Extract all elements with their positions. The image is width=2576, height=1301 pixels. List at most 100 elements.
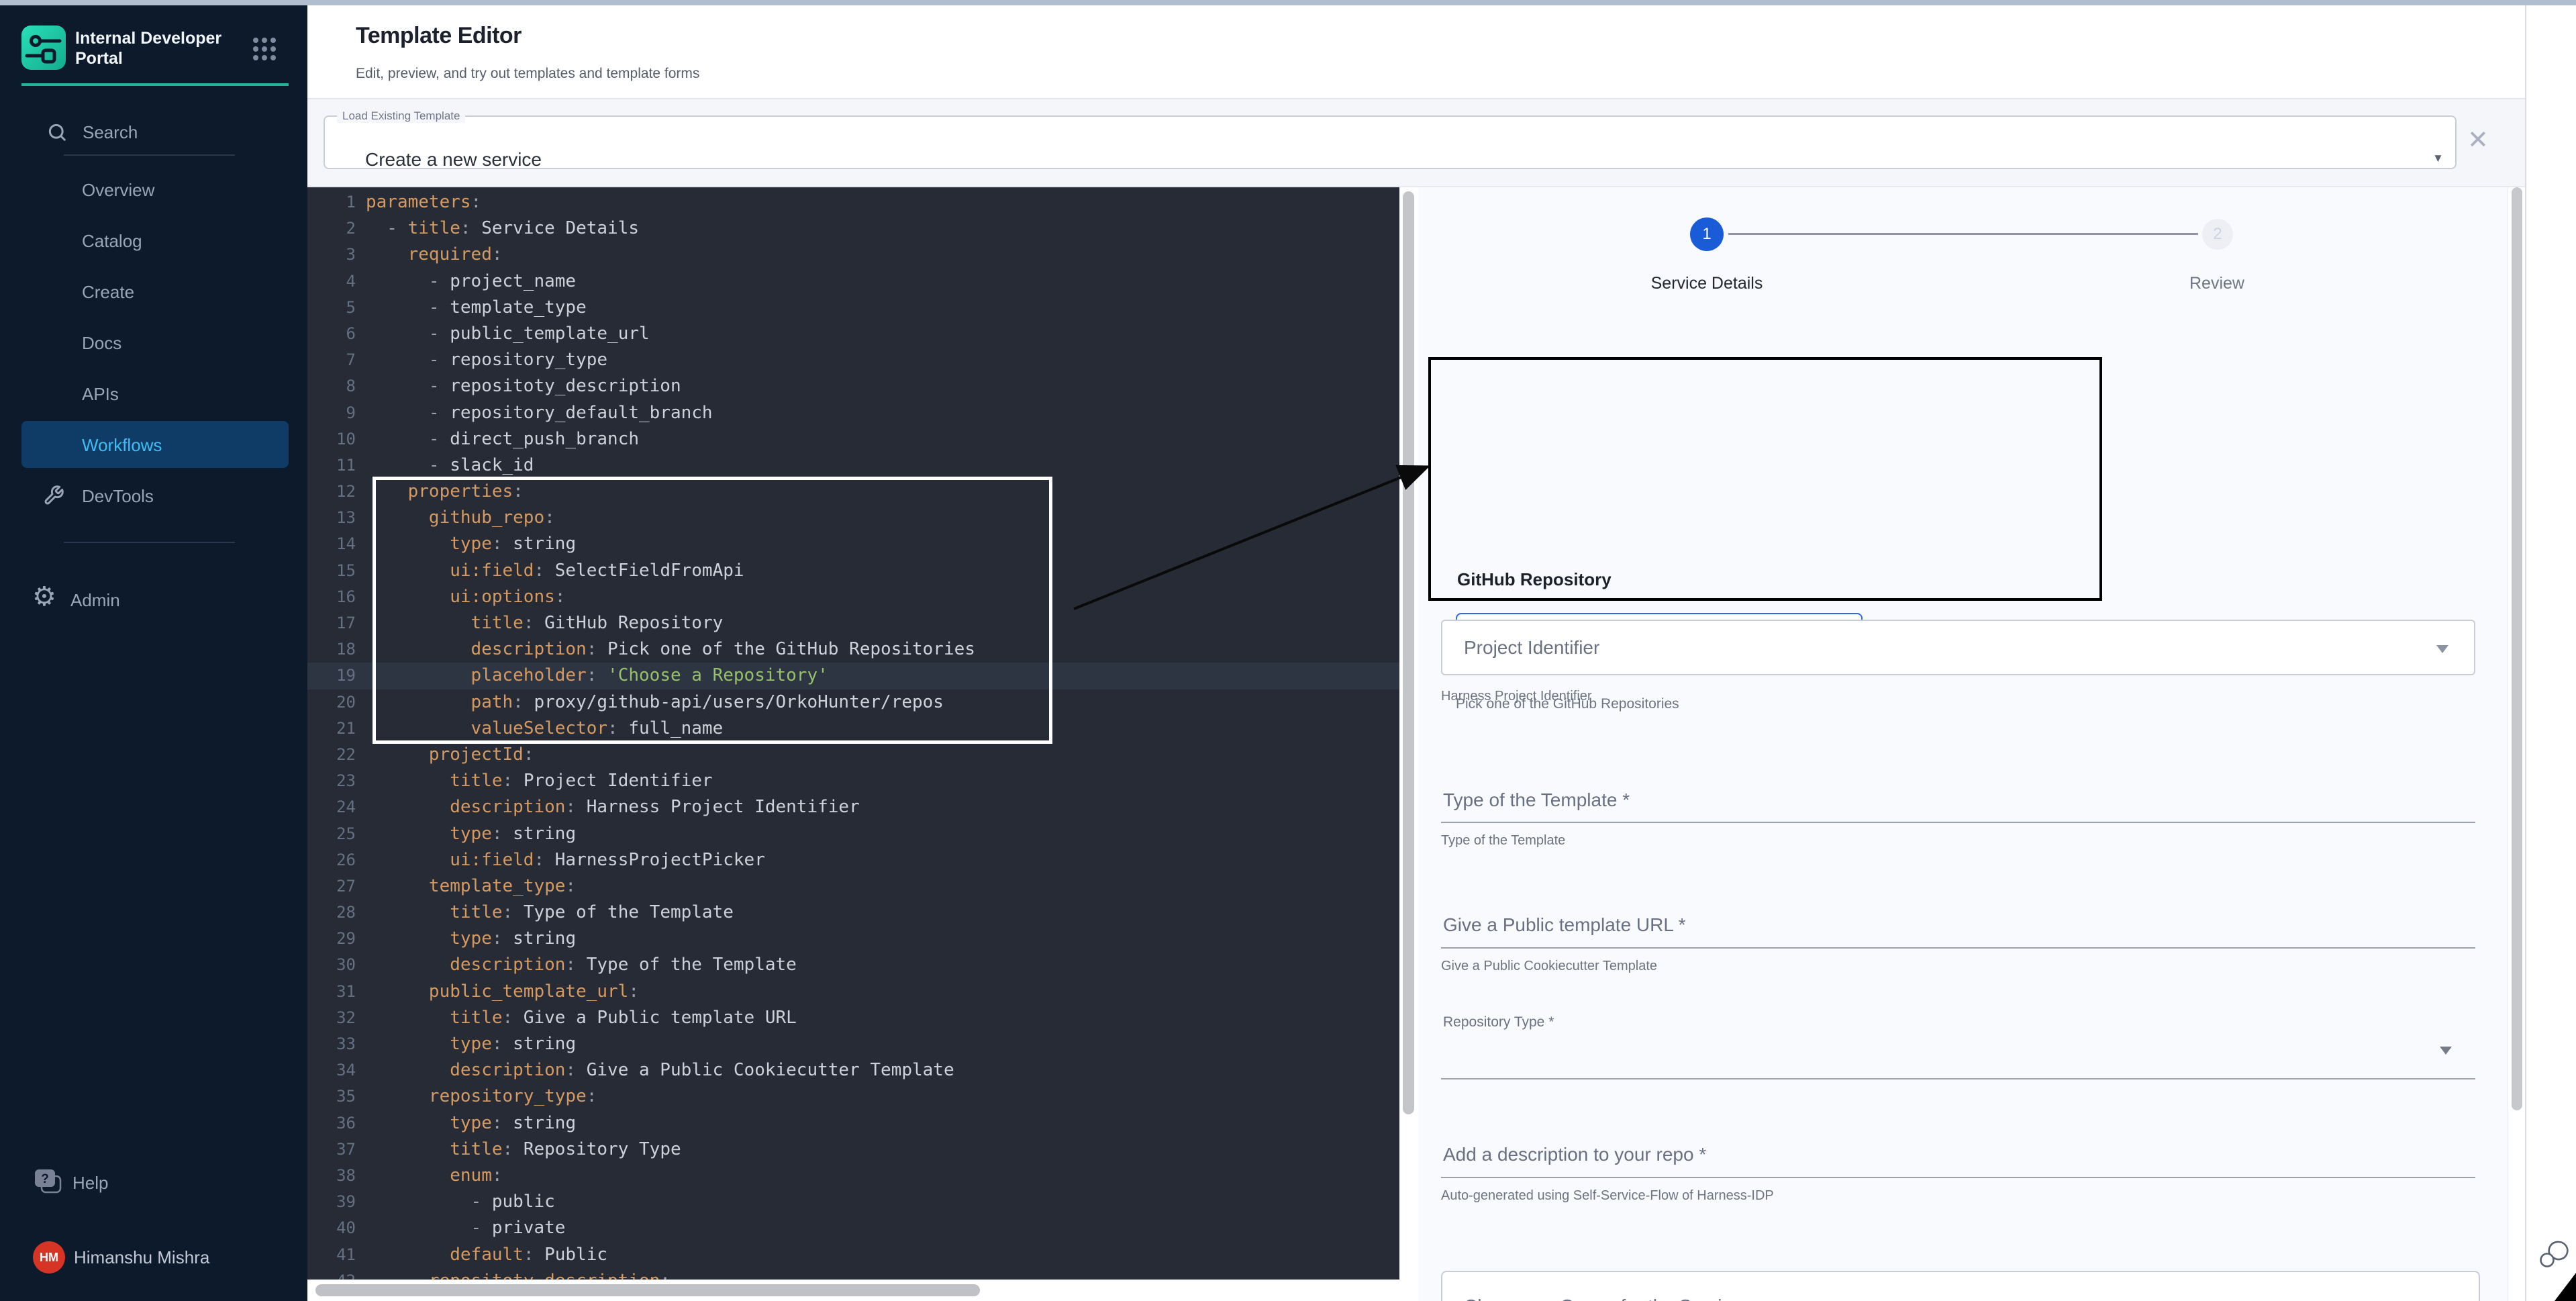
stepper-label-service-details: Service Details bbox=[1646, 274, 1767, 293]
annotation-box bbox=[373, 477, 1052, 744]
public-template-url-field-label[interactable]: Give a Public template URL * bbox=[1443, 914, 1686, 936]
sidebar-item-apis[interactable]: APIs bbox=[82, 384, 119, 404]
code-line[interactable]: 23 title: Project Identifier bbox=[307, 768, 1399, 794]
code-line[interactable]: 27 template_type: bbox=[307, 873, 1399, 900]
project-identifier-select[interactable]: Project Identifier bbox=[1441, 620, 2475, 675]
code-line[interactable]: 37 title: Repository Type bbox=[307, 1137, 1399, 1163]
template-type-underline bbox=[1441, 822, 2475, 823]
stepper-connector bbox=[1728, 233, 2198, 235]
code-line[interactable]: 9 - repository_default_branch bbox=[307, 400, 1399, 426]
code-line[interactable]: 3 required: bbox=[307, 242, 1399, 268]
code-line[interactable]: 38 enum: bbox=[307, 1163, 1399, 1189]
annotation-arrow bbox=[1047, 443, 1477, 644]
code-line[interactable]: 7 - repository_type bbox=[307, 347, 1399, 373]
code-line[interactable]: 31 public_template_url: bbox=[307, 979, 1399, 1005]
user-name[interactable]: Himanshu Mishra bbox=[74, 1247, 209, 1267]
template-type-helper: Type of the Template bbox=[1441, 833, 1565, 849]
code-line[interactable]: 8 - repositoty_description bbox=[307, 373, 1399, 399]
load-template-select[interactable]: Create a new service ▼ bbox=[324, 115, 2457, 169]
code-line[interactable]: 24 description: Harness Project Identifi… bbox=[307, 794, 1399, 820]
load-template-value: Create a new service bbox=[365, 149, 542, 171]
sidebar-item-admin[interactable]: Admin bbox=[70, 590, 120, 610]
stepper-step-1[interactable]: 1 bbox=[1690, 218, 1724, 251]
logo-pipeline-icon bbox=[21, 26, 66, 70]
app-title: Internal Developer Portal bbox=[75, 28, 250, 68]
app-root: Internal Developer Portal Search Overvie… bbox=[0, 0, 2576, 1301]
code-line[interactable]: 34 description: Give a Public Cookiecutt… bbox=[307, 1057, 1399, 1083]
repo-description-field-label[interactable]: Add a description to your repo * bbox=[1443, 1144, 1706, 1165]
sidebar-item-workflows[interactable]: Workflows bbox=[82, 435, 162, 455]
dropdown-caret-icon[interactable] bbox=[2440, 1047, 2452, 1055]
sidebar-item-devtools[interactable]: DevTools bbox=[82, 486, 154, 506]
template-type-field-label[interactable]: Type of the Template * bbox=[1443, 789, 1630, 811]
scrollbar-thumb[interactable] bbox=[1403, 191, 1414, 1114]
sidebar-item-catalog[interactable]: Catalog bbox=[82, 231, 142, 251]
svg-text:?: ? bbox=[41, 1172, 49, 1186]
code-line[interactable]: 32 title: Give a Public template URL bbox=[307, 1005, 1399, 1031]
code-line[interactable]: 36 type: string bbox=[307, 1110, 1399, 1137]
code-line[interactable]: 22 projectId: bbox=[307, 742, 1399, 768]
code-line[interactable]: 39 - public bbox=[307, 1189, 1399, 1215]
dropdown-caret-icon bbox=[2436, 645, 2448, 653]
right-gutter bbox=[2525, 5, 2576, 1301]
dropdown-caret-icon[interactable]: ▼ bbox=[2432, 152, 2444, 165]
panel-vertical-scrollbar[interactable] bbox=[2508, 187, 2525, 1301]
repository-type-underline bbox=[1441, 1078, 2475, 1079]
editor-horizontal-scrollbar[interactable] bbox=[307, 1280, 1399, 1301]
project-identifier-value: Project Identifier bbox=[1464, 637, 1599, 659]
page-title: Template Editor bbox=[356, 23, 522, 49]
chat-bubbles-icon[interactable] bbox=[2538, 1237, 2572, 1270]
editor-vertical-scrollbar[interactable] bbox=[1399, 187, 1418, 1301]
code-line[interactable]: 1parameters: bbox=[307, 189, 1399, 215]
sidebar-divider bbox=[64, 542, 235, 543]
code-line[interactable]: 35 repository_type: bbox=[307, 1083, 1399, 1110]
code-line[interactable]: 29 type: string bbox=[307, 926, 1399, 952]
sidebar: Internal Developer Portal Search Overvie… bbox=[0, 0, 307, 1301]
code-line[interactable]: 33 type: string bbox=[307, 1031, 1399, 1057]
gear-icon: ⚙ bbox=[32, 581, 56, 612]
search-icon bbox=[47, 122, 67, 146]
github-repository-label: GitHub Repository bbox=[1457, 569, 1612, 590]
stepper-step-2[interactable]: 2 bbox=[2202, 219, 2233, 250]
code-line[interactable]: 25 type: string bbox=[307, 821, 1399, 847]
code-line[interactable]: 28 title: Type of the Template bbox=[307, 900, 1399, 926]
repository-type-field-label: Repository Type * bbox=[1443, 1014, 1554, 1030]
form-preview-panel: 1 2 Service Details Review GitHub Reposi… bbox=[1418, 187, 2508, 1301]
close-icon[interactable]: ✕ bbox=[2467, 125, 2489, 156]
annotation-box-github-field: GitHub Repository Choose a Repository Pi… bbox=[1428, 357, 2102, 601]
sidebar-item-search[interactable]: Search bbox=[83, 122, 138, 142]
page-header: Template Editor Edit, preview, and try o… bbox=[307, 5, 2525, 99]
repo-description-helper: Auto-generated using Self-Service-Flow o… bbox=[1441, 1188, 1774, 1204]
sidebar-item-help[interactable]: Help bbox=[72, 1173, 108, 1193]
sidebar-item-create[interactable]: Create bbox=[82, 282, 134, 302]
public-template-url-underline bbox=[1441, 947, 2475, 949]
help-chat-icon: ? bbox=[34, 1168, 64, 1201]
apps-grid-icon[interactable] bbox=[253, 38, 276, 60]
top-window-strip bbox=[0, 0, 2576, 5]
sidebar-accent-divider bbox=[21, 83, 289, 86]
code-line[interactable]: 41 default: Public bbox=[307, 1242, 1399, 1268]
stepper-label-review: Review bbox=[2177, 274, 2257, 293]
code-line[interactable]: 30 description: Type of the Template bbox=[307, 952, 1399, 978]
yaml-code-editor[interactable]: 1parameters:2 - title: Service Details3 … bbox=[307, 187, 1399, 1301]
repo-description-underline bbox=[1441, 1177, 2475, 1178]
code-line[interactable]: 4 - project_name bbox=[307, 269, 1399, 295]
code-line[interactable]: 2 - title: Service Details bbox=[307, 215, 1399, 242]
scrollbar-thumb[interactable] bbox=[315, 1284, 980, 1296]
sidebar-divider bbox=[64, 154, 235, 156]
sidebar-item-docs[interactable]: Docs bbox=[82, 333, 121, 353]
template-loader-bar: Create a new service ▼ Load Existing Tem… bbox=[307, 99, 2525, 187]
owner-select[interactable]: Choose an Owner for the Service bbox=[1441, 1271, 2480, 1301]
scrollbar-thumb[interactable] bbox=[2512, 187, 2522, 1110]
avatar[interactable]: HM bbox=[33, 1241, 65, 1273]
cursor-arrow bbox=[2555, 1273, 2576, 1301]
project-identifier-helper: Harness Project Identifier bbox=[1441, 689, 1592, 704]
code-line[interactable]: 5 - template_type bbox=[307, 295, 1399, 321]
public-template-url-helper: Give a Public Cookiecutter Template bbox=[1441, 959, 1657, 974]
code-line[interactable]: 40 - private bbox=[307, 1215, 1399, 1241]
code-line[interactable]: 6 - public_template_url bbox=[307, 321, 1399, 347]
load-template-label: Load Existing Template bbox=[337, 109, 465, 123]
owner-select-value: Choose an Owner for the Service bbox=[1464, 1296, 1742, 1301]
code-line[interactable]: 26 ui:field: HarnessProjectPicker bbox=[307, 847, 1399, 873]
sidebar-item-overview[interactable]: Overview bbox=[82, 180, 154, 200]
